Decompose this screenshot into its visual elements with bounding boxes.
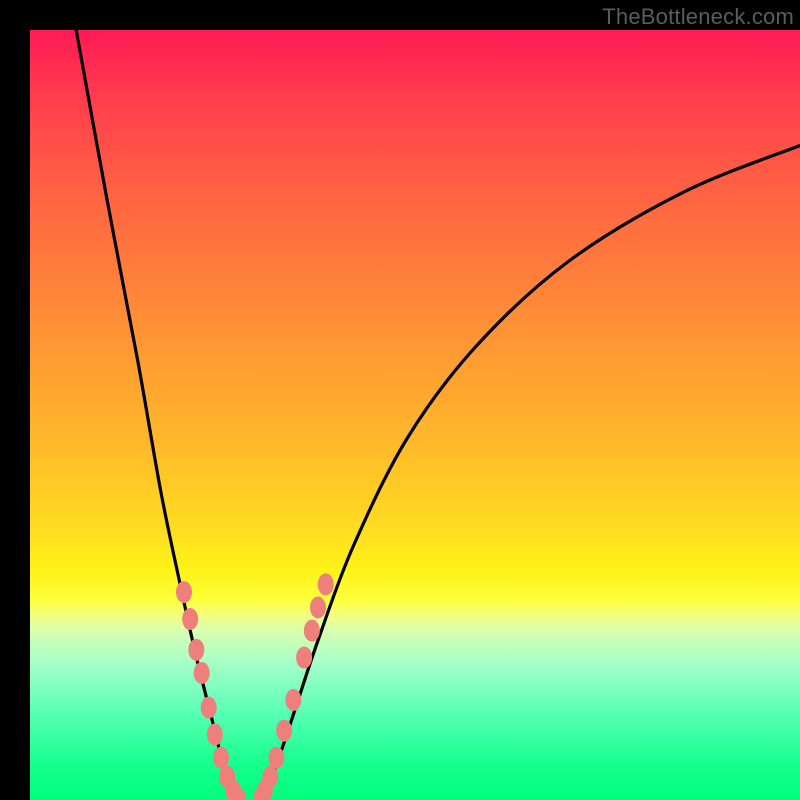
curve-left: [76, 30, 238, 800]
bead: [285, 689, 301, 711]
bead: [262, 766, 278, 788]
bead: [182, 608, 198, 630]
bead: [268, 747, 284, 769]
watermark-text: TheBottleneck.com: [602, 4, 794, 30]
bead: [213, 747, 229, 769]
chart-frame: TheBottleneck.com: [0, 0, 800, 800]
bead: [296, 647, 312, 669]
bead: [176, 581, 192, 603]
bead: [310, 597, 326, 619]
bead: [194, 662, 210, 684]
bead: [188, 639, 204, 661]
chart-svg: [30, 30, 800, 800]
curve-right: [261, 146, 800, 800]
beads-group: [176, 573, 334, 800]
bead: [318, 573, 334, 595]
bead: [207, 724, 223, 746]
bead: [276, 720, 292, 742]
bead: [304, 620, 320, 642]
bead: [201, 697, 217, 719]
